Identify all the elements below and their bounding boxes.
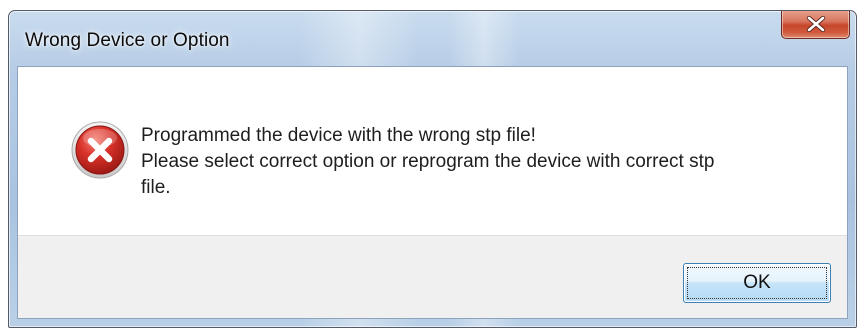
close-icon <box>806 16 825 32</box>
message-line: Please select correct option or reprogra… <box>141 151 715 172</box>
button-bar: OK <box>18 235 847 318</box>
message-line: Programmed the device with the wrong stp… <box>141 125 536 146</box>
ok-button[interactable]: OK <box>683 263 831 303</box>
close-button[interactable] <box>781 11 850 39</box>
error-message: Programmed the device with the wrong stp… <box>141 123 821 201</box>
error-icon <box>70 120 130 180</box>
ok-button-label: OK <box>743 272 771 293</box>
message-line: file. <box>141 177 171 198</box>
dialog-title: Wrong Device or Option <box>25 30 230 51</box>
dialog-window: Wrong Device or Option Programmed the de… <box>8 10 857 328</box>
dialog-content: Programmed the device with the wrong stp… <box>17 66 848 319</box>
title-bar[interactable]: Wrong Device or Option <box>9 11 856 66</box>
